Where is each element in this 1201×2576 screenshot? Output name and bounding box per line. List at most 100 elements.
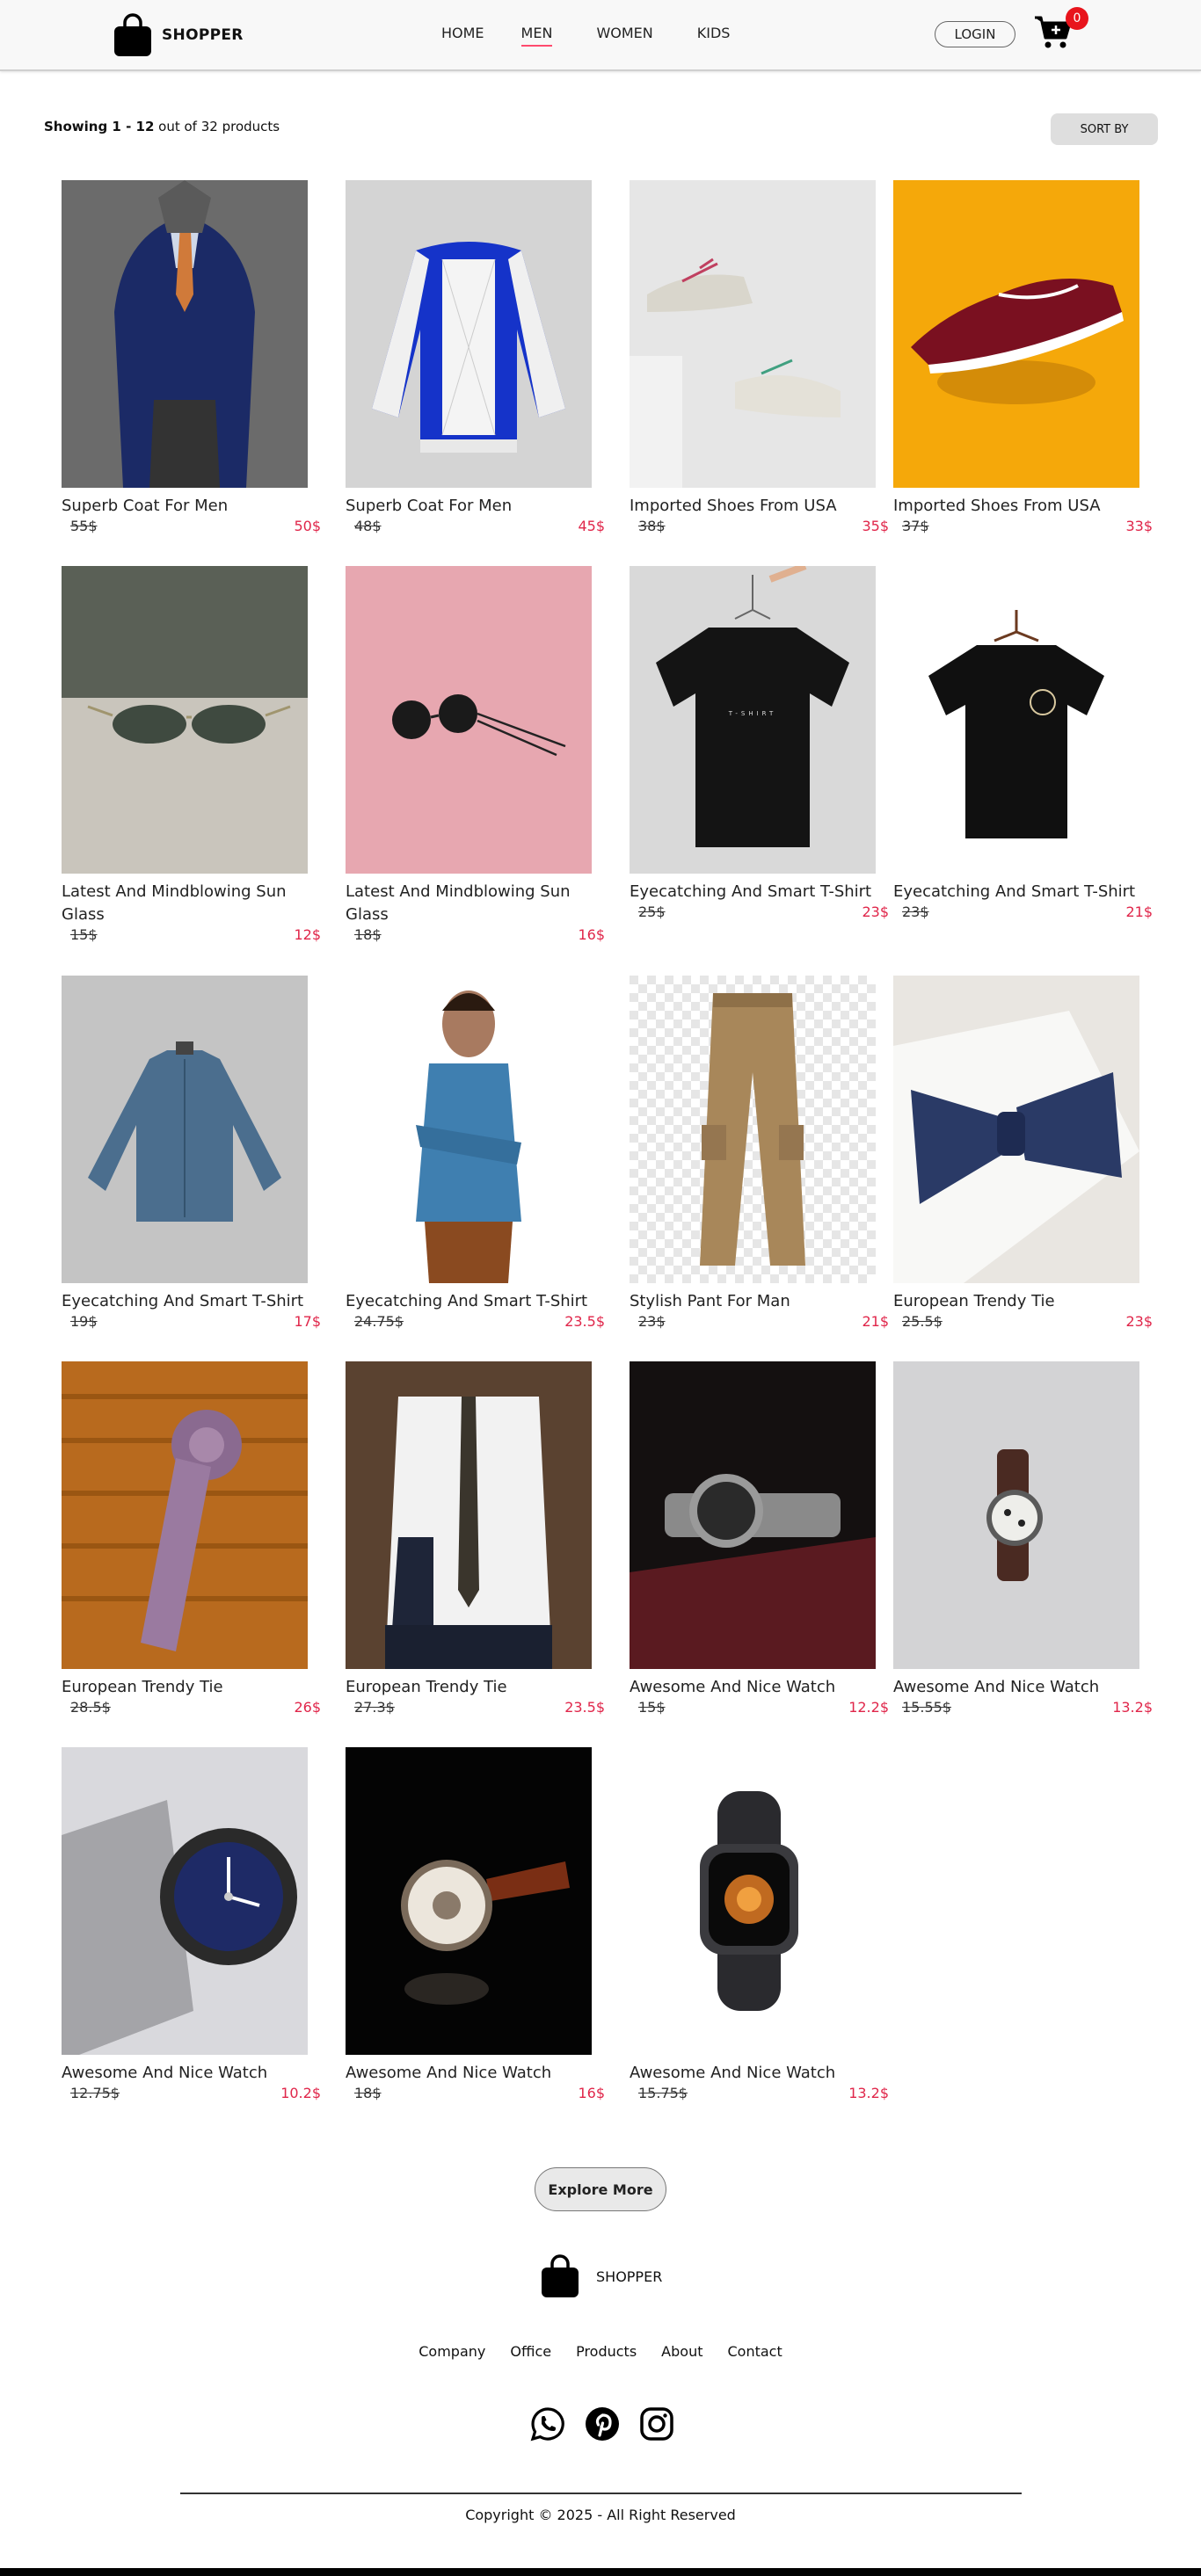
product-name[interactable]: Awesome And Nice Watch	[630, 2062, 893, 2085]
old-price: 23$	[902, 903, 929, 920]
product-name[interactable]: Latest And Mindblowing Sun Glass	[346, 881, 609, 926]
product-image[interactable]	[62, 180, 308, 488]
nav-women[interactable]: WOMEN	[596, 25, 652, 47]
product-name[interactable]: Latest And Mindblowing Sun Glass	[62, 881, 325, 926]
product-name[interactable]: European Trendy Tie	[346, 1676, 609, 1699]
product-name[interactable]: Superb Coat For Men	[346, 495, 609, 518]
product-image[interactable]	[630, 180, 876, 488]
product-name[interactable]: European Trendy Tie	[62, 1676, 325, 1699]
product-image[interactable]	[62, 1747, 308, 2055]
product-card[interactable]: Imported Shoes From USA 38$ 35$	[630, 180, 893, 539]
product-name[interactable]: European Trendy Tie	[893, 1290, 1157, 1313]
product-image[interactable]	[346, 566, 592, 874]
pinterest-icon[interactable]	[584, 2405, 621, 2442]
product-prices: 15$ 12$	[62, 926, 321, 947]
product-name[interactable]: Awesome And Nice Watch	[346, 2062, 609, 2085]
product-image[interactable]	[893, 1361, 1139, 1669]
product-name[interactable]: Awesome And Nice Watch	[893, 1676, 1157, 1699]
old-price: 27.3$	[354, 1699, 395, 1716]
product-name[interactable]: Eyecatching And Smart T-Shirt	[893, 881, 1157, 903]
denim-shirt-image	[62, 976, 308, 1283]
product-prices: 15.75$ 13.2$	[630, 2085, 889, 2106]
sale-price: 13.2$	[848, 2085, 889, 2101]
shopping-bag-icon	[114, 13, 151, 56]
skeleton-watch-image	[346, 1747, 592, 2055]
product-card[interactable]: Superb Coat For Men 55$ 50$	[62, 180, 325, 539]
cart-button[interactable]: 0	[1034, 7, 1088, 51]
rolled-tie-image	[62, 1361, 308, 1669]
cargo-pants-image	[630, 976, 876, 1283]
instagram-icon[interactable]	[638, 2405, 675, 2442]
product-image[interactable]	[893, 566, 1139, 874]
product-name[interactable]: Eyecatching And Smart T-Shirt	[62, 1290, 325, 1313]
product-card[interactable]: European Trendy Tie 28.5$ 26$	[62, 1361, 325, 1720]
product-card[interactable]: Latest And Mindblowing Sun Glass 18$ 16$	[346, 566, 609, 947]
whatsapp-icon[interactable]	[529, 2405, 566, 2442]
footer-link-company[interactable]: Company	[419, 2343, 485, 2360]
product-card[interactable]: Awesome And Nice Watch 12.75$ 10.2$	[62, 1747, 325, 2106]
nav-kids[interactable]: KIDS	[697, 25, 731, 47]
product-image[interactable]	[346, 1361, 592, 1669]
footer-link-products[interactable]: Products	[576, 2343, 637, 2360]
product-card[interactable]: Superb Coat For Men 48$ 45$	[346, 180, 609, 539]
nav-men[interactable]: MEN	[520, 25, 552, 47]
sort-by-button[interactable]: SORT BY	[1051, 113, 1158, 145]
product-name[interactable]: Eyecatching And Smart T-Shirt	[346, 1290, 609, 1313]
footer-link-office[interactable]: Office	[510, 2343, 551, 2360]
varsity-jacket-image	[346, 180, 592, 488]
product-name[interactable]: Awesome And Nice Watch	[630, 1676, 893, 1699]
product-prices: 23$ 21$	[893, 903, 1153, 925]
product-prices: 48$ 45$	[346, 518, 605, 539]
product-prices: 23$ 21$	[630, 1313, 889, 1334]
product-card[interactable]: Eyecatching And Smart T-Shirt 24.75$ 23.…	[346, 976, 609, 1334]
product-image[interactable]	[62, 976, 308, 1283]
product-image[interactable]	[893, 976, 1139, 1283]
product-image[interactable]	[630, 1747, 876, 2055]
product-card[interactable]: Eyecatching And Smart T-Shirt 23$ 21$	[893, 566, 1157, 925]
old-price: 25.5$	[902, 1313, 943, 1330]
footer-brand[interactable]: SHOPPER	[540, 2254, 662, 2298]
product-image[interactable]	[630, 1361, 876, 1669]
round-sunglasses-image	[346, 566, 592, 874]
product-card[interactable]: Imported Shoes From USA 37$ 33$	[893, 180, 1157, 539]
login-button[interactable]: LOGIN	[935, 21, 1015, 47]
brand-logo[interactable]: SHOPPER	[113, 13, 244, 57]
product-image[interactable]: T-SHIRT	[630, 566, 876, 874]
old-price: 38$	[638, 518, 666, 534]
product-image[interactable]	[346, 1747, 592, 2055]
sale-price: 12$	[294, 926, 321, 943]
product-card[interactable]: European Trendy Tie 25.5$ 23$	[893, 976, 1157, 1334]
sale-price: 21$	[1125, 903, 1153, 920]
product-card[interactable]: Awesome And Nice Watch 18$ 16$	[346, 1747, 609, 2106]
product-name[interactable]: Superb Coat For Men	[62, 495, 325, 518]
main-nav: HOME MEN WOMEN KIDS	[441, 25, 730, 47]
product-name[interactable]: Stylish Pant For Man	[630, 1290, 893, 1313]
product-image[interactable]	[346, 976, 592, 1283]
product-image[interactable]	[346, 180, 592, 488]
black-logo-tshirt-image	[893, 566, 1139, 874]
product-card[interactable]: T-SHIRT Eyecatching And Smart T-Shirt 25…	[630, 566, 893, 925]
explore-more-button[interactable]: Explore More	[535, 2167, 666, 2211]
product-card[interactable]: Stylish Pant For Man 23$ 21$	[630, 976, 893, 1334]
footer-link-contact[interactable]: Contact	[727, 2343, 782, 2360]
product-name[interactable]: Eyecatching And Smart T-Shirt	[630, 881, 893, 903]
product-card[interactable]: Awesome And Nice Watch 15.75$ 13.2$	[630, 1747, 893, 2106]
product-image[interactable]	[62, 1361, 308, 1669]
product-name[interactable]: Awesome And Nice Watch	[62, 2062, 325, 2085]
product-image[interactable]	[630, 976, 876, 1283]
sale-price: 35$	[862, 518, 889, 534]
product-card[interactable]: Awesome And Nice Watch 15.55$ 13.2$	[893, 1361, 1157, 1720]
product-name[interactable]: Imported Shoes From USA	[630, 495, 893, 518]
product-card[interactable]: Eyecatching And Smart T-Shirt 19$ 17$	[62, 976, 325, 1334]
product-card[interactable]: Awesome And Nice Watch 15$ 12.2$	[630, 1361, 893, 1720]
nav-home[interactable]: HOME	[441, 25, 484, 47]
old-price: 48$	[354, 518, 382, 534]
product-image[interactable]	[893, 180, 1139, 488]
bow-tie-image	[893, 976, 1139, 1283]
bottom-bar	[0, 2568, 1201, 2576]
product-card[interactable]: European Trendy Tie 27.3$ 23.5$	[346, 1361, 609, 1720]
footer-link-about[interactable]: About	[661, 2343, 702, 2360]
product-image[interactable]	[62, 566, 308, 874]
product-card[interactable]: Latest And Mindblowing Sun Glass 15$ 12$	[62, 566, 325, 947]
product-name[interactable]: Imported Shoes From USA	[893, 495, 1157, 518]
